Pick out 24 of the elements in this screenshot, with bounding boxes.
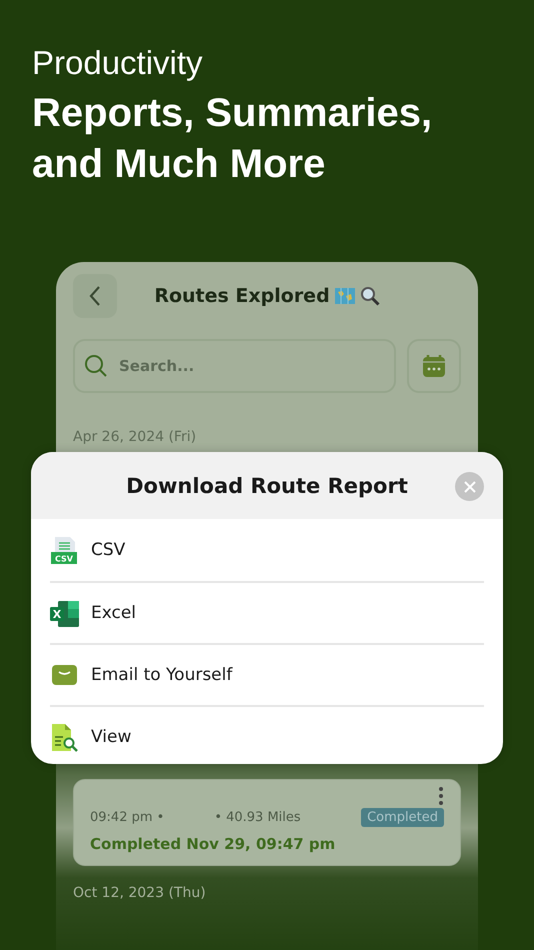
- menu-item[interactable]: View: [50, 705, 484, 764]
- back-button[interactable]: [73, 274, 117, 318]
- menu-item[interactable]: CSV CSV: [50, 519, 484, 581]
- status-badge: Completed: [361, 808, 444, 827]
- section-label: Productivity: [32, 44, 203, 82]
- map-icon: [334, 286, 356, 306]
- completed-time: Completed Nov 29, 09:47 pm: [90, 835, 336, 853]
- magnifier-icon: [360, 286, 380, 306]
- menu-item[interactable]: X Excel: [50, 581, 484, 643]
- document-search-icon: [50, 722, 79, 752]
- date-heading: Oct 12, 2023 (Thu): [73, 885, 206, 901]
- calendar-icon: [422, 354, 446, 378]
- close-icon: [464, 480, 476, 492]
- headline: Reports, Summaries, and Much More: [32, 90, 434, 188]
- search-icon: [84, 354, 108, 378]
- search-field[interactable]: Search...: [73, 339, 396, 393]
- menu-item[interactable]: Email to Yourself: [50, 643, 484, 705]
- screen-title: Routes Explored: [154, 285, 330, 307]
- dialog-title: Download Route Report: [126, 474, 408, 498]
- more-icon[interactable]: [438, 786, 444, 806]
- start-time: 09:42 pm •: [90, 810, 164, 825]
- date-heading: Apr 26, 2024 (Fri): [73, 429, 196, 445]
- distance: • 40.93 Miles: [214, 810, 301, 825]
- back-icon: [88, 285, 102, 307]
